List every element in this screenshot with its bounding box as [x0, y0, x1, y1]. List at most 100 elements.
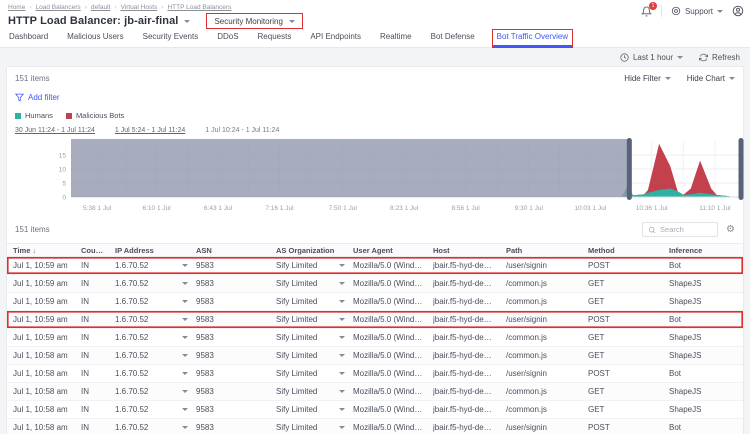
cell-as_org-value: Sify Limited: [276, 297, 317, 306]
column-header-user-agent[interactable]: User Agent: [353, 246, 433, 255]
cell-ip: 1.6.70.52: [115, 261, 196, 270]
chevron-down-icon[interactable]: [339, 354, 345, 357]
svg-text:8:23 1 Jul: 8:23 1 Jul: [390, 205, 419, 212]
legend-item[interactable]: Malicious Bots: [66, 111, 124, 120]
tab-security-events[interactable]: Security Events: [142, 30, 200, 47]
column-header-country[interactable]: Country: [81, 246, 115, 255]
mode-selector[interactable]: Security Monitoring: [206, 13, 302, 29]
table-row[interactable]: Jul 1, 10:58 amIN1.6.70.529583Sify Limit…: [7, 383, 743, 401]
cell-path: /user/signin: [506, 369, 588, 378]
breadcrumb-link[interactable]: Home: [8, 4, 25, 11]
cell-ip: 1.6.70.52: [115, 405, 196, 414]
chevron-down-icon[interactable]: [182, 372, 188, 375]
chevron-down-icon[interactable]: [182, 264, 188, 267]
hide-filter-toggle[interactable]: Hide Filter: [624, 74, 670, 83]
table-row[interactable]: Jul 1, 10:59 amIN1.6.70.529583Sify Limit…: [7, 329, 743, 347]
cell-path: /common.js: [506, 333, 588, 342]
cell-country: IN: [81, 315, 115, 324]
chevron-down-icon[interactable]: [182, 318, 188, 321]
chevron-down-icon[interactable]: [339, 408, 345, 411]
refresh-button[interactable]: Refresh: [699, 53, 740, 62]
support-menu[interactable]: Support: [671, 6, 723, 16]
tab-api-endpoints[interactable]: API Endpoints: [309, 30, 362, 47]
tab-bot-defense[interactable]: Bot Defense: [430, 30, 476, 47]
table-row[interactable]: Jul 1, 10:59 amIN1.6.70.529583Sify Limit…: [7, 275, 743, 293]
account-icon[interactable]: [732, 5, 744, 17]
breadcrumb-link[interactable]: HTTP Load Balancers: [167, 4, 231, 11]
chevron-down-icon[interactable]: [339, 390, 345, 393]
cell-host: jbair.f5-hyd-demo.com: [433, 279, 506, 288]
chevron-down-icon[interactable]: [182, 426, 188, 429]
svg-text:10:36 1 Jul: 10:36 1 Jul: [636, 205, 668, 212]
chevron-down-icon[interactable]: [182, 336, 188, 339]
column-header-as-organization[interactable]: AS Organization: [276, 246, 353, 255]
add-filter-button[interactable]: Add filter: [15, 93, 735, 102]
table-row[interactable]: Jul 1, 10:58 amIN1.6.70.529583Sify Limit…: [7, 347, 743, 365]
notifications-button[interactable]: 1: [641, 6, 652, 17]
tab-dashboard[interactable]: Dashboard: [8, 30, 49, 47]
chevron-down-icon[interactable]: [339, 372, 345, 375]
chevron-down-icon[interactable]: [182, 300, 188, 303]
tab-requests[interactable]: Requests: [257, 30, 293, 47]
chevron-down-icon[interactable]: [182, 354, 188, 357]
column-header-asn[interactable]: ASN: [196, 246, 276, 255]
tab-bot-traffic-overview[interactable]: Bot Traffic Overview: [493, 30, 572, 47]
hide-chart-toggle[interactable]: Hide Chart: [687, 74, 735, 83]
bot-traffic-chart[interactable]: 0510155:38 1 Jul6:10 1 Jul6:43 1 Jul7:16…: [15, 137, 735, 218]
column-header-host[interactable]: Host: [433, 246, 506, 255]
cell-host: jbair.f5-hyd-demo.com: [433, 369, 506, 378]
search-input[interactable]: [660, 225, 712, 234]
column-header-time[interactable]: Time↓: [13, 246, 81, 255]
table-row[interactable]: Jul 1, 10:59 amIN1.6.70.529583Sify Limit…: [7, 257, 743, 275]
chevron-down-icon[interactable]: [182, 408, 188, 411]
legend-item[interactable]: Humans: [15, 111, 53, 120]
cell-as_org: Sify Limited: [276, 351, 353, 360]
breadcrumb-link[interactable]: default: [91, 4, 111, 11]
legend-swatch: [66, 113, 72, 119]
chevron-down-icon[interactable]: [182, 390, 188, 393]
cell-method: POST: [588, 369, 669, 378]
table-row[interactable]: Jul 1, 10:58 amIN1.6.70.529583Sify Limit…: [7, 401, 743, 419]
cell-inference: ShapeJS: [669, 387, 743, 396]
hide-chart-label: Hide Chart: [687, 74, 725, 83]
table-row[interactable]: Jul 1, 10:59 amIN1.6.70.529583Sify Limit…: [7, 293, 743, 311]
cell-asn: 9583: [196, 297, 276, 306]
cell-user_agent: Mozilla/5.0 (Windows NT 10.0; …: [353, 387, 433, 396]
tab-ddos[interactable]: DDoS: [216, 30, 239, 47]
table-row[interactable]: Jul 1, 10:58 amIN1.6.70.529583Sify Limit…: [7, 419, 743, 434]
column-header-inference[interactable]: Inference: [669, 246, 743, 255]
title-chevron-down-icon[interactable]: [184, 20, 190, 23]
cell-as_org-value: Sify Limited: [276, 369, 317, 378]
tab-malicious-users[interactable]: Malicious Users: [66, 30, 124, 47]
svg-text:11:10 1 Jul: 11:10 1 Jul: [699, 205, 731, 212]
chevron-down-icon[interactable]: [182, 282, 188, 285]
column-header-method[interactable]: Method: [588, 246, 669, 255]
column-header-path[interactable]: Path: [506, 246, 588, 255]
svg-text:8:56 1 Jul: 8:56 1 Jul: [451, 205, 480, 212]
cell-time: Jul 1, 10:58 am: [13, 351, 81, 360]
chevron-down-icon[interactable]: [339, 426, 345, 429]
svg-text:0: 0: [62, 195, 66, 202]
chevron-down-icon[interactable]: [339, 336, 345, 339]
zoom-range-link[interactable]: 30 Jun 11:24 - 1 Jul 11:24: [15, 127, 95, 134]
chevron-down-icon[interactable]: [339, 264, 345, 267]
support-icon: [671, 6, 681, 16]
column-header-ip-address[interactable]: IP Address: [115, 246, 196, 255]
table-settings-gear-icon[interactable]: ⚙: [726, 225, 735, 235]
divider: [661, 5, 662, 17]
tab-realtime[interactable]: Realtime: [379, 30, 413, 47]
table-row[interactable]: Jul 1, 10:58 amIN1.6.70.529583Sify Limit…: [7, 365, 743, 383]
cell-asn: 9583: [196, 351, 276, 360]
table-row[interactable]: Jul 1, 10:59 amIN1.6.70.529583Sify Limit…: [7, 311, 743, 329]
chevron-down-icon[interactable]: [339, 318, 345, 321]
page-title: HTTP Load Balancer: jb-air-final: [8, 15, 178, 27]
zoom-range-link[interactable]: 1 Jul 5:24 - 1 Jul 11:24: [115, 127, 185, 134]
breadcrumb-link[interactable]: Virtual Hosts: [121, 4, 158, 11]
chevron-down-icon[interactable]: [339, 300, 345, 303]
time-range-selector[interactable]: Last 1 hour: [620, 53, 683, 62]
table-search[interactable]: [642, 222, 718, 237]
cell-as_org: Sify Limited: [276, 387, 353, 396]
breadcrumb-link[interactable]: Load Balancers: [36, 4, 81, 11]
zoom-range-current[interactable]: 1 Jul 10:24 - 1 Jul 11:24: [205, 127, 279, 134]
chevron-down-icon[interactable]: [339, 282, 345, 285]
